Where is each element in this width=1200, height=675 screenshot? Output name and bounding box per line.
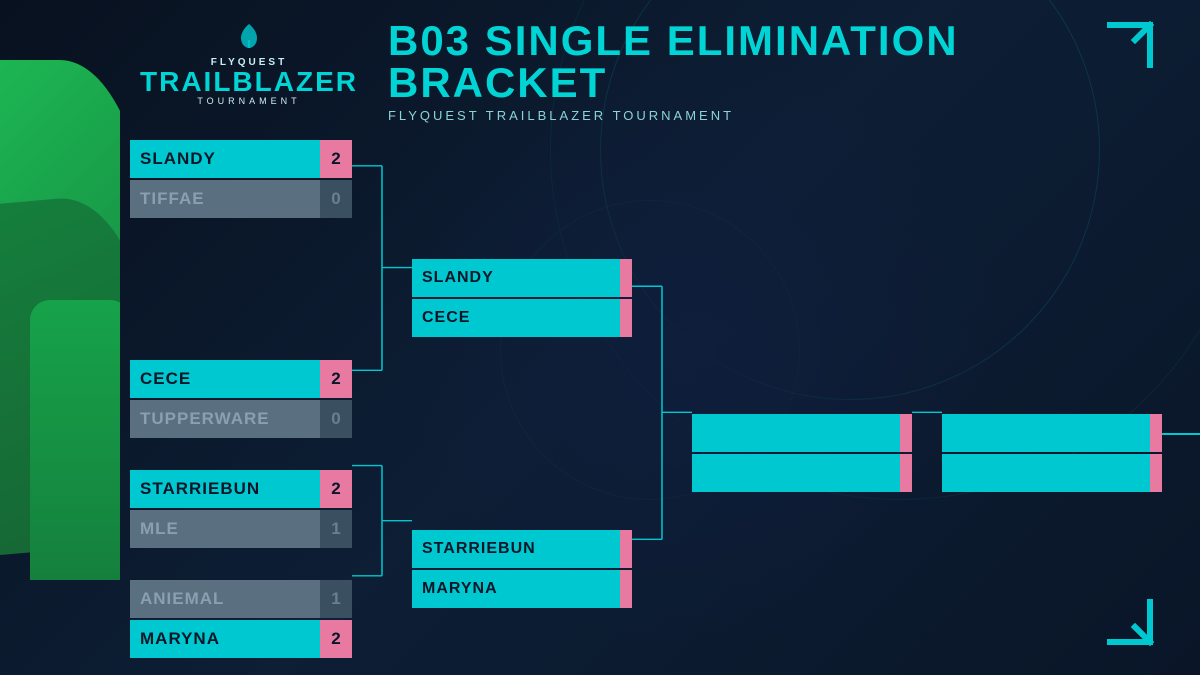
round1-match4-player2: MARYNA 2 xyxy=(130,620,352,658)
player-score: 2 xyxy=(320,360,352,398)
player-score: 0 xyxy=(320,400,352,438)
round1-match1-player2: TIFFAE 0 xyxy=(130,180,352,218)
round2-match2-player2: MARYNA xyxy=(412,570,632,608)
round1-match4: ANIEMAL 1 MARYNA 2 xyxy=(130,580,352,660)
round2-match2-player1: STARRIEBUN xyxy=(412,530,632,568)
final-line xyxy=(1162,433,1200,435)
player-name: CECE xyxy=(412,299,620,337)
round2-match2: STARRIEBUN MARYNA xyxy=(412,530,632,610)
round4-player1 xyxy=(942,414,1162,452)
player-name: STARRIEBUN xyxy=(412,530,620,568)
round4-match1 xyxy=(942,414,1162,494)
round1-match1: SLANDY 2 TIFFAE 0 xyxy=(130,140,352,220)
logo-icon xyxy=(233,20,265,52)
round2-match1: SLANDY CECE xyxy=(412,259,632,339)
player-score: 2 xyxy=(320,620,352,658)
round1-match2-player1: CECE 2 xyxy=(130,360,352,398)
player-name xyxy=(692,454,900,492)
player-name xyxy=(942,454,1150,492)
player-score: 1 xyxy=(320,510,352,548)
round2-match1-player2: CECE xyxy=(412,299,632,337)
green-decoration xyxy=(0,0,120,675)
player-score: 2 xyxy=(320,470,352,508)
player-name: STARRIEBUN xyxy=(130,470,320,508)
corner-arrow-top-right xyxy=(1100,20,1160,78)
logo-trailblazer: TRAILBLAZER xyxy=(140,68,358,96)
player-name: ANIEMAL xyxy=(130,580,320,618)
round1-match2: CECE 2 TUPPERWARE 0 xyxy=(130,360,352,440)
logo-area: FLYQUEST TRAILBLAZER TOURNAMENT xyxy=(140,20,358,106)
round1-match3-player2: MLE 1 xyxy=(130,510,352,548)
round1-match4-player1: ANIEMAL 1 xyxy=(130,580,352,618)
round2-match1-player1: SLANDY xyxy=(412,259,632,297)
player-name: TUPPERWARE xyxy=(130,400,320,438)
round4-player2 xyxy=(942,454,1162,492)
round1-match3: STARRIEBUN 2 MLE 1 xyxy=(130,470,352,550)
player-name xyxy=(692,414,900,452)
player-name: MLE xyxy=(130,510,320,548)
player-name: SLANDY xyxy=(130,140,320,178)
title-area: B03 SINGLE ELIMINATION BRACKET FLYQUEST … xyxy=(388,20,1140,123)
header: FLYQUEST TRAILBLAZER TOURNAMENT B03 SING… xyxy=(140,20,1140,123)
round3-player1 xyxy=(692,414,912,452)
player-name: MARYNA xyxy=(130,620,320,658)
player-name: CECE xyxy=(130,360,320,398)
round1-match3-player1: STARRIEBUN 2 xyxy=(130,470,352,508)
round1-match1-player1: SLANDY 2 xyxy=(130,140,352,178)
player-name: SLANDY xyxy=(412,259,620,297)
player-score: 1 xyxy=(320,580,352,618)
bracket-container: SLANDY 2 TIFFAE 0 CECE 2 TUPPERWARE 0 ST… xyxy=(130,120,1140,615)
player-name xyxy=(942,414,1150,452)
player-score: 0 xyxy=(320,180,352,218)
player-name: MARYNA xyxy=(412,570,620,608)
bracket-title: B03 SINGLE ELIMINATION BRACKET xyxy=(388,20,1140,104)
round1-match2-player2: TUPPERWARE 0 xyxy=(130,400,352,438)
round3-match1 xyxy=(692,414,912,494)
logo-tournament: TOURNAMENT xyxy=(197,96,300,106)
player-score: 2 xyxy=(320,140,352,178)
player-name: TIFFAE xyxy=(130,180,320,218)
round3-player2 xyxy=(692,454,912,492)
